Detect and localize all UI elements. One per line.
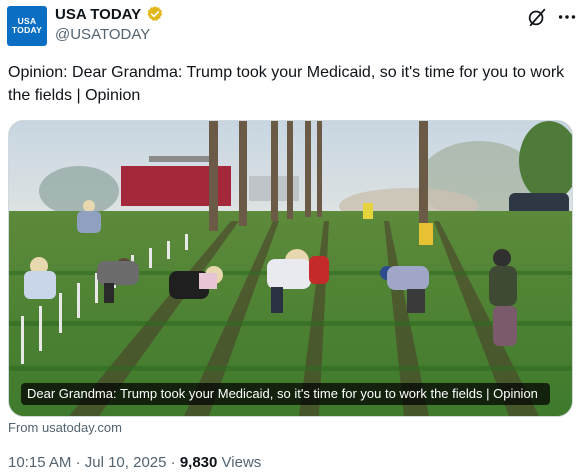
tweet-date[interactable]: Jul 10, 2025 [85,454,167,471]
handle[interactable]: @USATODAY [55,26,150,43]
card-source[interactable]: From usatoday.com [8,420,122,435]
card-photo [9,121,572,416]
avatar[interactable]: USA TODAY [7,6,47,46]
meta-separator-2: · [170,454,176,471]
name-row: USA TODAY [55,5,164,23]
meta-separator: · [75,454,81,471]
tweet-header: USA TODAY USA TODAY @USATODAY [0,0,584,56]
views-count: 9,830 [179,454,218,471]
avatar-line2: TODAY [11,25,43,35]
display-name[interactable]: USA TODAY [55,6,141,23]
more-icon[interactable] [556,6,578,28]
verified-badge-icon [147,6,163,21]
tweet-meta: 10:15 AM · Jul 10, 2025 · 9,830 Views [8,454,261,471]
views-label: Views [221,454,262,471]
link-card[interactable]: Dear Grandma: Trump took your Medicaid, … [8,120,573,417]
tweet-text: Opinion: Dear Grandma: Trump took your M… [8,64,565,104]
card-caption: Dear Grandma: Trump took your Medicaid, … [21,383,550,405]
grok-icon[interactable] [526,6,548,28]
tweet-time[interactable]: 10:15 AM [8,454,71,471]
